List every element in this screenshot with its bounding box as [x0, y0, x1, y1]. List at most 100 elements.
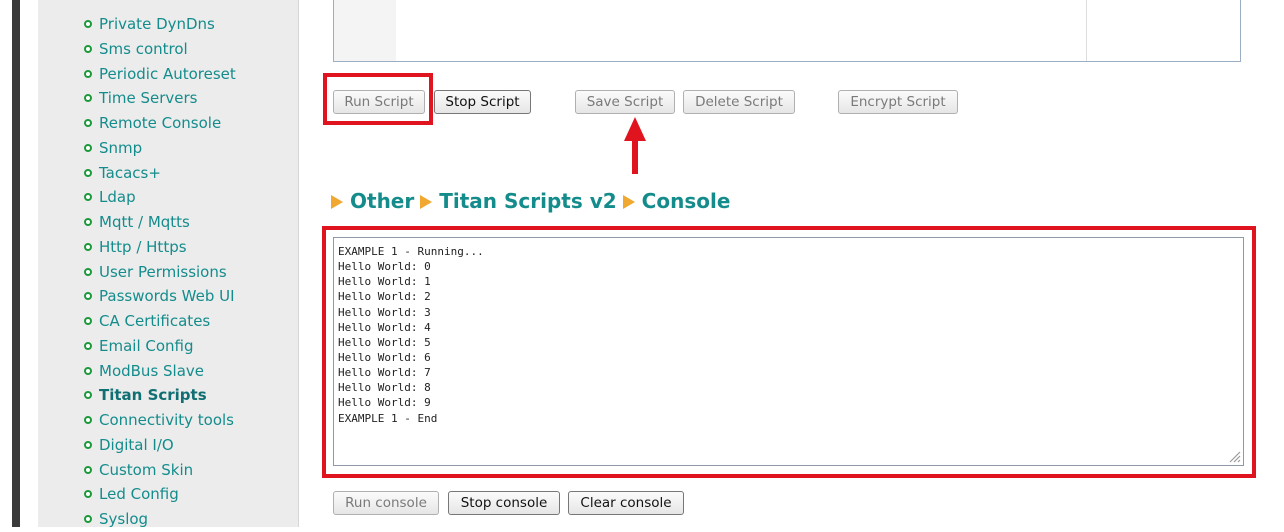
circle-bullet-icon	[84, 218, 92, 226]
sidebar-nav: Private DynDns Sms control Periodic Autore…	[38, 0, 299, 528]
sidebar-item[interactable]: Http / Https	[38, 235, 298, 260]
console-line: Hello World: 3	[338, 305, 431, 319]
sidebar-item-label: Sms control	[99, 39, 188, 58]
sidebar-item[interactable]: Mqtt / Mqtts	[38, 210, 298, 235]
circle-bullet-icon	[84, 317, 92, 325]
window-edge-bar	[12, 0, 20, 527]
sidebar-item-label: Time Servers	[99, 89, 198, 108]
sidebar-item[interactable]: Ldap	[38, 185, 298, 210]
sidebar-item-label: Syslog	[99, 510, 149, 528]
sidebar-item[interactable]: Remote Console	[38, 111, 298, 136]
sidebar-item[interactable]: ModBus Slave	[38, 359, 298, 384]
console-line: Hello World: 2	[338, 290, 431, 304]
circle-bullet-icon	[84, 440, 92, 449]
circle-bullet-icon	[84, 242, 92, 251]
sidebar-item[interactable]: Time Servers	[38, 86, 298, 111]
circle-bullet-icon	[84, 490, 92, 499]
sidebar-item-label: ModBus Slave	[99, 361, 205, 380]
circle-bullet-icon	[84, 465, 92, 474]
stop-script-button[interactable]: Stop Script	[434, 90, 531, 114]
circle-bullet-icon	[84, 119, 92, 127]
triangle-right-icon	[420, 195, 433, 209]
sidebar-item[interactable]: Sms control	[38, 37, 298, 62]
delete-script-button[interactable]: Delete Script	[683, 90, 795, 114]
sidebar-item-label: Custom Skin	[99, 460, 194, 479]
sidebar-item-label: Http / Https	[99, 237, 187, 256]
sidebar-item[interactable]: Passwords Web UI	[38, 284, 298, 309]
sidebar-item-label: CA Certificates	[99, 312, 211, 330]
circle-bullet-icon	[84, 69, 92, 78]
clear-console-button[interactable]: Clear console	[568, 491, 684, 515]
breadcrumb-item[interactable]: Console	[642, 189, 731, 213]
sidebar-item-label: User Permissions	[99, 262, 227, 281]
console-line: Hello World: 6	[338, 350, 431, 364]
circle-bullet-icon	[84, 44, 92, 53]
sidebar-item-label: Titan Scripts	[99, 386, 207, 405]
triangle-right-icon	[622, 195, 635, 209]
editor-line-gutter	[334, 0, 396, 61]
sidebar-item-label: Snmp	[99, 138, 143, 157]
sidebar-item-label: Digital I/O	[99, 435, 174, 454]
console-line: Hello World: 7	[338, 366, 431, 380]
sidebar-item[interactable]: Email Config	[38, 334, 298, 359]
console-output[interactable]: EXAMPLE 1 - Running... Hello World: 0 Hell…	[333, 237, 1244, 466]
sidebar-item[interactable]: Led Config	[38, 482, 298, 507]
console-line: Hello World: 4	[338, 320, 431, 334]
encrypt-script-button[interactable]: Encrypt Script	[838, 90, 958, 114]
console-line: Hello World: 8	[338, 381, 431, 395]
arrow-shaft	[632, 140, 638, 174]
console-line: Hello World: 9	[338, 396, 431, 410]
run-script-highlight-box	[323, 73, 433, 125]
console-line: EXAMPLE 1 - Running...	[338, 245, 484, 258]
script-editor[interactable]	[333, 0, 1241, 62]
sidebar-item-label: Remote Console	[99, 114, 222, 132]
circle-bullet-icon	[84, 94, 92, 103]
console-line: Hello World: 1	[338, 275, 431, 289]
circle-bullet-icon	[84, 515, 92, 523]
console-line: Hello World: 5	[338, 335, 431, 349]
circle-bullet-icon	[84, 341, 92, 350]
stop-console-button[interactable]: Stop console	[448, 491, 560, 515]
sidebar-item[interactable]: Connectivity tools	[38, 408, 298, 433]
breadcrumb: Other Titan Scripts v2 Console	[331, 188, 736, 214]
sidebar-item[interactable]: Snmp	[38, 136, 298, 161]
circle-bullet-icon	[84, 391, 92, 400]
console-line: Hello World: 0	[338, 260, 431, 274]
sidebar-item[interactable]: CA Certificates	[38, 309, 298, 334]
sidebar-item-label: Tacacs+	[99, 163, 161, 182]
circle-bullet-icon	[84, 20, 92, 28]
sidebar-item[interactable]: User Permissions	[38, 260, 298, 285]
console-line: EXAMPLE 1 - End	[338, 411, 438, 425]
circle-bullet-icon	[84, 416, 92, 424]
sidebar-item-label: Led Config	[99, 485, 179, 504]
console-lines: EXAMPLE 1 - Running... Hello World: 0 Hell…	[338, 244, 1239, 426]
run-console-button[interactable]: Run console	[333, 491, 439, 515]
breadcrumb-item[interactable]: Other	[350, 189, 414, 213]
circle-bullet-icon	[84, 168, 92, 177]
sidebar-item-label: Periodic Autoreset	[99, 64, 236, 83]
sidebar-item-label: Mqtt / Mqtts	[99, 213, 190, 231]
editor-divider	[1086, 0, 1087, 61]
sidebar-item-label: Private DynDns	[99, 15, 215, 33]
sidebar-item-label: Connectivity tools	[99, 411, 234, 429]
resize-grip-icon[interactable]	[1227, 449, 1241, 463]
arrow-up-icon	[624, 117, 646, 141]
sidebar-item[interactable]: Digital I/O	[38, 433, 298, 458]
sidebar-item-label: Passwords Web UI	[99, 287, 235, 306]
circle-bullet-icon	[84, 267, 92, 276]
sidebar-item-label: Email Config	[99, 336, 194, 355]
circle-bullet-icon	[84, 143, 92, 152]
sidebar-item[interactable]: Titan Scripts	[38, 383, 298, 408]
save-script-button[interactable]: Save Script	[575, 90, 675, 114]
sidebar-item[interactable]: Periodic Autoreset	[38, 62, 298, 87]
breadcrumb-item[interactable]: Titan Scripts v2	[439, 189, 616, 213]
triangle-right-icon	[331, 195, 343, 209]
sidebar-item[interactable]: Syslog	[38, 507, 298, 532]
sidebar-item[interactable]: Private DynDns	[38, 12, 298, 37]
circle-bullet-icon	[84, 366, 92, 375]
sidebar-item[interactable]: Tacacs+	[38, 161, 298, 186]
circle-bullet-icon	[84, 193, 92, 202]
sidebar-item-label: Ldap	[99, 188, 136, 207]
circle-bullet-icon	[84, 292, 92, 301]
sidebar-item[interactable]: Custom Skin	[38, 458, 298, 483]
